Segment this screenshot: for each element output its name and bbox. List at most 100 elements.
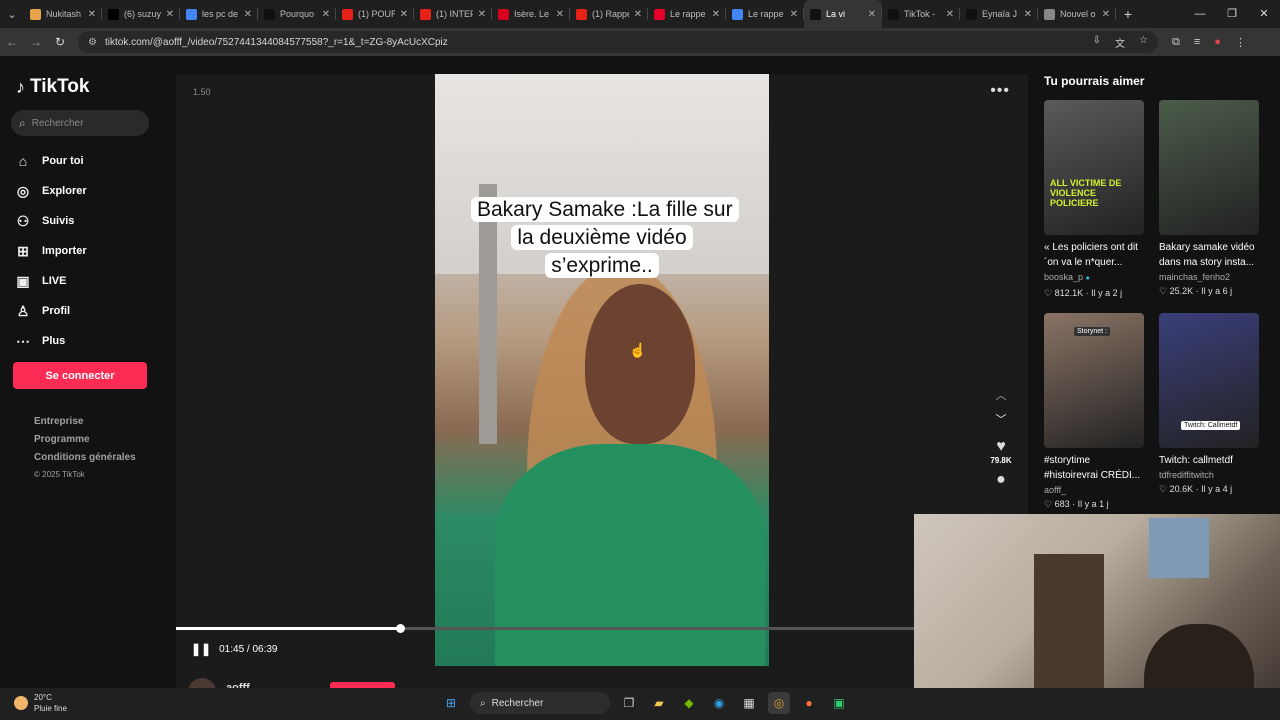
like-heart-icon[interactable]: ♥ — [986, 438, 1016, 456]
browser-tab[interactable]: Nouvel o ✕ — [1038, 0, 1116, 28]
tab-close-icon[interactable]: ✕ — [556, 9, 564, 20]
progress-handle[interactable] — [396, 624, 406, 633]
card-title[interactable]: Twitch: callmetdf — [1159, 453, 1259, 468]
card-title[interactable]: #storytime #histoirevrai CRÉDI... — [1044, 453, 1144, 483]
progress-fill — [176, 627, 401, 630]
close-window-icon[interactable]: ✕ — [1248, 0, 1280, 28]
card-author[interactable]: booska_p ● — [1044, 270, 1144, 286]
sidebar-item-live[interactable]: ▣ LIVE — [14, 266, 87, 296]
task-view-icon[interactable]: ❐ — [618, 692, 640, 714]
tiktok-logo[interactable]: ♪ TikTok — [16, 76, 89, 98]
browser-tab[interactable]: (1) INTEF ✕ — [414, 0, 492, 28]
sidebar-item-profil[interactable]: ♙ Profil — [14, 296, 87, 326]
recommended-video-card[interactable]: ALL VICTIME DE VIOLENCE POLICIERE « Les p… — [1044, 100, 1144, 300]
browser-menu-icon[interactable]: ⋮ — [1235, 36, 1246, 49]
windows-start-icon[interactable]: ⊞ — [440, 692, 462, 714]
minimize-icon[interactable]: — — [1184, 0, 1216, 28]
sidebar-item-explorer[interactable]: ◎ Explorer — [14, 176, 87, 206]
tab-close-icon[interactable]: ✕ — [244, 9, 252, 20]
tab-close-icon[interactable]: ✕ — [790, 9, 798, 20]
video-thumbnail[interactable] — [1159, 100, 1259, 235]
login-button[interactable]: Se connecter — [13, 362, 147, 389]
card-title[interactable]: « Les policiers ont dit ´on va le n*quer… — [1044, 240, 1144, 270]
browser-tab[interactable]: les pc de ✕ — [180, 0, 258, 28]
green-app-icon[interactable]: ▣ — [828, 692, 850, 714]
browser-tab[interactable]: La vi ✕ — [804, 0, 882, 28]
tab-close-icon[interactable]: ✕ — [946, 9, 954, 20]
previous-video-icon[interactable]: ︿ — [986, 384, 1016, 408]
video-thumbnail[interactable]: Twitch: Callmetdf — [1159, 313, 1259, 448]
more-options-icon[interactable]: ••• — [990, 82, 1010, 100]
site-info-icon[interactable]: ⚙ — [88, 37, 97, 48]
tab-close-icon[interactable]: ✕ — [1102, 9, 1110, 20]
video-frame[interactable]: Bakary Samake :La fille sur la deuxième … — [435, 74, 769, 666]
progress-bar[interactable] — [176, 624, 1028, 633]
recommended-video-card[interactable]: Bakary samake vidéo dans ma story insta.… — [1159, 100, 1259, 298]
tab-close-icon[interactable]: ✕ — [868, 9, 876, 20]
install-app-icon[interactable]: ⇩ — [1093, 35, 1101, 50]
card-author[interactable]: mainchas_fenho2 — [1159, 270, 1259, 284]
sidebar-nav: ⌂ Pour toi ◎ Explorer ⚇ Suivis ⊞ Importer ▣ LIVE ♙… — [14, 146, 87, 356]
pause-icon[interactable]: ❚❚ — [191, 642, 211, 656]
nvidia-icon[interactable]: ◆ — [678, 692, 700, 714]
footer-link-programme[interactable]: Programme — [34, 434, 136, 452]
playback-speed[interactable]: 1.50 — [193, 87, 211, 97]
firefox-icon[interactable]: ● — [798, 692, 820, 714]
tab-close-icon[interactable]: ✕ — [478, 9, 486, 20]
browser-tab[interactable]: TikTok - ✕ — [882, 0, 960, 28]
footer-link-entreprise[interactable]: Entreprise — [34, 416, 136, 434]
sidebar-item-suivis[interactable]: ⚇ Suivis — [14, 206, 87, 236]
browser-tab[interactable]: Pourquo ✕ — [258, 0, 336, 28]
tab-search-icon[interactable]: ⌄ — [0, 0, 24, 28]
search-input[interactable] — [31, 117, 132, 129]
video-thumbnail[interactable]: ALL VICTIME DE VIOLENCE POLICIERE — [1044, 100, 1144, 235]
recommended-video-card[interactable]: Twitch: Callmetdf Twitch: callmetdf tdfred… — [1159, 313, 1259, 496]
address-bar[interactable]: ⚙ tiktok.com/@aofff_/video/7527441344084… — [78, 31, 1158, 53]
browser-tab[interactable]: Le rappe ✕ — [726, 0, 804, 28]
edge-icon[interactable]: ◉ — [708, 692, 730, 714]
browser-tab[interactable]: Nukitash ✕ — [24, 0, 102, 28]
media-icon[interactable]: ≡ — [1194, 36, 1200, 49]
browser-tab[interactable]: (6) suzuy ✕ — [102, 0, 180, 28]
card-author[interactable]: tdfrediffitwitch — [1159, 468, 1259, 482]
browser-tab[interactable]: Le rappe ✕ — [648, 0, 726, 28]
new-tab-button[interactable]: + — [1116, 6, 1140, 22]
extensions-icon[interactable]: ⧉ — [1172, 36, 1180, 49]
recommended-video-card[interactable]: Storynet : #storytime #histoirevrai CRÉDI… — [1044, 313, 1144, 511]
card-title[interactable]: Bakary samake vidéo dans ma story insta.… — [1159, 240, 1259, 270]
tab-close-icon[interactable]: ✕ — [712, 9, 720, 20]
chrome-icon[interactable]: ◎ — [768, 692, 790, 714]
file-explorer-icon[interactable]: ▰ — [648, 692, 670, 714]
weather-description: Pluie fine — [34, 704, 67, 713]
sidebar-item-importer[interactable]: ⊞ Importer — [14, 236, 87, 266]
weather-widget[interactable]: 20°C Pluie fine — [14, 692, 67, 714]
video-thumbnail[interactable]: Storynet : — [1044, 313, 1144, 448]
sidebar-item-pour-toi[interactable]: ⌂ Pour toi — [14, 146, 87, 176]
translate-icon[interactable]: 文 — [1115, 35, 1125, 50]
footer-link-conditions[interactable]: Conditions générales — [34, 452, 136, 470]
tab-close-icon[interactable]: ✕ — [166, 9, 174, 20]
sidebar-item-plus[interactable]: ⋯ Plus — [14, 326, 87, 356]
taskbar-search[interactable]: ⌕ Rechercher — [470, 692, 610, 714]
search-box[interactable]: ⌕ — [11, 110, 149, 136]
browser-tab[interactable]: (1) Rappe ✕ — [570, 0, 648, 28]
tab-close-icon[interactable]: ✕ — [634, 9, 642, 20]
back-icon[interactable]: ← — [0, 35, 24, 49]
maximize-icon[interactable]: ❐ — [1216, 0, 1248, 28]
video-player[interactable]: 1.50 ••• Bakary Samake :La fille sur la … — [176, 74, 1028, 688]
reload-icon[interactable]: ↻ — [48, 35, 72, 49]
comment-icon[interactable]: ● — [986, 471, 1016, 489]
browser-tab[interactable]: (1) POUR ✕ — [336, 0, 414, 28]
next-video-icon[interactable]: ﹀ — [986, 408, 1016, 432]
tab-close-icon[interactable]: ✕ — [400, 9, 408, 20]
store-icon[interactable]: ▦ — [738, 692, 760, 714]
tab-close-icon[interactable]: ✕ — [1024, 9, 1032, 20]
card-author[interactable]: aofff_ — [1044, 483, 1144, 497]
tab-close-icon[interactable]: ✕ — [88, 9, 96, 20]
bookmark-star-icon[interactable]: ☆ — [1139, 35, 1148, 50]
forward-icon[interactable]: → — [24, 35, 48, 49]
browser-tab[interactable]: Eynaïa J ✕ — [960, 0, 1038, 28]
browser-tab[interactable]: Isère. Le ✕ — [492, 0, 570, 28]
profile-avatar-icon[interactable]: ● — [1214, 36, 1221, 49]
tab-close-icon[interactable]: ✕ — [322, 9, 330, 20]
